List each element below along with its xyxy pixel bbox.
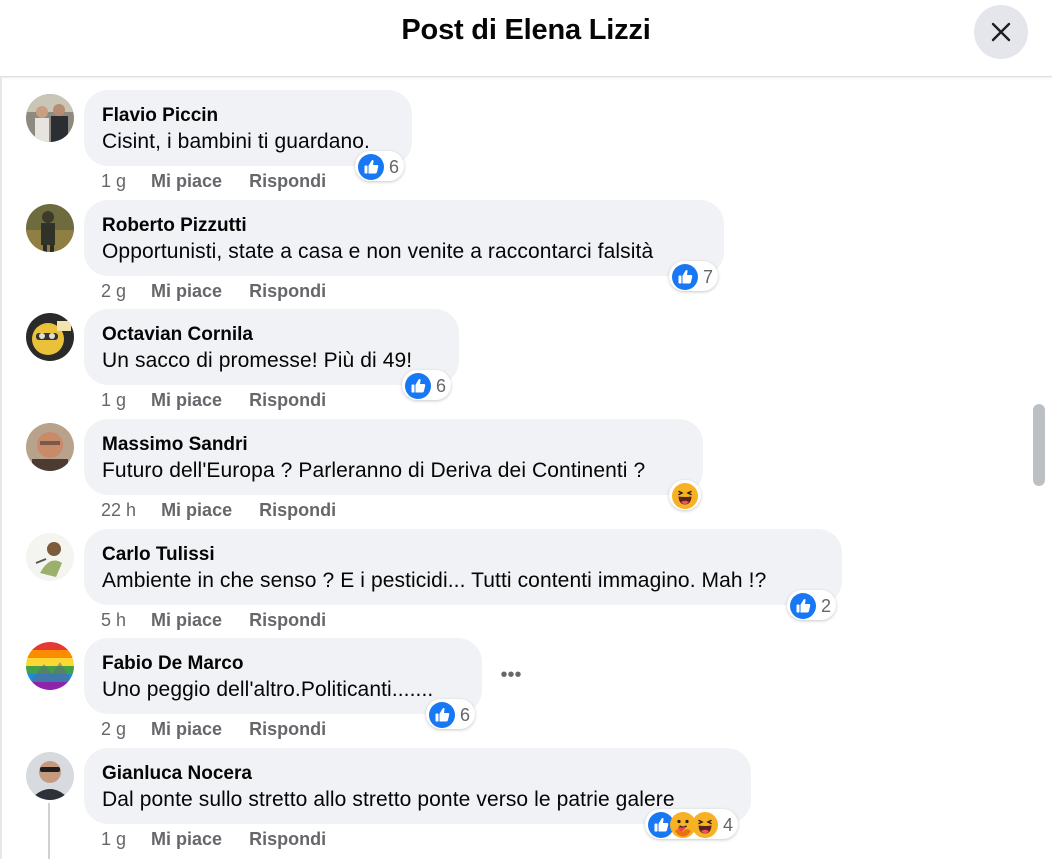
like-button[interactable]: Mi piace bbox=[151, 610, 222, 630]
comment-actions: 2 g Mi piace Rispondi bbox=[101, 718, 348, 740]
comment-bubble: Octavian Cornila Un sacco di promesse! P… bbox=[84, 309, 459, 385]
comment-text: Futuro dell'Europa ? Parleranno di Deriv… bbox=[102, 459, 646, 482]
comment-bubble: Roberto Pizzutti Opportunisti, state a c… bbox=[84, 200, 724, 276]
avatar[interactable] bbox=[26, 752, 74, 800]
comment-bubble: Fabio De Marco Uno peggio dell'altro.Pol… bbox=[84, 638, 482, 714]
comment-author[interactable]: Flavio Piccin bbox=[102, 104, 394, 128]
comment-bubble: Carlo Tulissi Ambiente in che senso ? E … bbox=[84, 529, 842, 605]
like-button[interactable]: Mi piace bbox=[151, 171, 222, 191]
comment-text: Un sacco di promesse! Più di 49! bbox=[102, 349, 413, 372]
reaction-summary[interactable]: 6 bbox=[402, 370, 452, 400]
comment-text: Uno peggio dell'altro.Politicanti....... bbox=[102, 678, 434, 701]
reaction-summary[interactable]: 6 bbox=[355, 151, 405, 181]
like-icon bbox=[358, 154, 384, 180]
comment-item: Gianluca Nocera Dal ponte sullo stretto … bbox=[0, 748, 1052, 858]
reply-button[interactable]: Rispondi bbox=[249, 829, 326, 849]
comment-author[interactable]: Gianluca Nocera bbox=[102, 762, 733, 786]
comment-time[interactable]: 5 h bbox=[101, 610, 126, 630]
reaction-count: 6 bbox=[389, 157, 400, 177]
comment-item: Massimo Sandri Futuro dell'Europa ? Parl… bbox=[0, 419, 1052, 529]
reaction-count: 4 bbox=[723, 815, 734, 835]
like-icon bbox=[672, 264, 698, 290]
like-button[interactable]: Mi piace bbox=[151, 829, 222, 849]
reply-thread-line bbox=[48, 803, 50, 859]
reply-button[interactable]: Rispondi bbox=[249, 281, 326, 301]
reaction-summary[interactable]: 4 bbox=[645, 809, 739, 839]
close-icon bbox=[991, 22, 1011, 42]
like-icon bbox=[405, 373, 431, 399]
comment-time[interactable]: 1 g bbox=[101, 171, 126, 191]
like-icon bbox=[790, 593, 816, 619]
reaction-summary[interactable]: 7 bbox=[669, 261, 719, 291]
avatar[interactable] bbox=[26, 533, 74, 581]
comment-time[interactable]: 22 h bbox=[101, 500, 136, 520]
comment-author[interactable]: Roberto Pizzutti bbox=[102, 214, 706, 238]
haha-icon bbox=[672, 483, 698, 509]
comment-bubble: Massimo Sandri Futuro dell'Europa ? Parl… bbox=[84, 419, 703, 495]
reaction-count: 7 bbox=[703, 267, 714, 287]
comment-item: Octavian Cornila Un sacco di promesse! P… bbox=[0, 309, 1052, 419]
comment-author[interactable]: Octavian Cornila bbox=[102, 323, 441, 347]
reaction-summary[interactable]: 2 bbox=[787, 590, 837, 620]
reaction-count: 6 bbox=[460, 705, 471, 725]
comment-text: Opportunisti, state a casa e non venite … bbox=[102, 240, 654, 263]
like-button[interactable]: Mi piace bbox=[151, 390, 222, 410]
reply-button[interactable]: Rispondi bbox=[249, 610, 326, 630]
more-options-button[interactable]: ••• bbox=[497, 665, 525, 688]
like-button[interactable]: Mi piace bbox=[161, 500, 232, 520]
reply-button[interactable]: Rispondi bbox=[259, 500, 336, 520]
avatar[interactable] bbox=[26, 423, 74, 471]
reaction-summary[interactable] bbox=[669, 480, 701, 510]
comment-item: Carlo Tulissi Ambiente in che senso ? E … bbox=[0, 529, 1052, 639]
close-button[interactable] bbox=[974, 5, 1028, 59]
avatar[interactable] bbox=[26, 642, 74, 690]
comment-time[interactable]: 2 g bbox=[101, 281, 126, 301]
reply-button[interactable]: Rispondi bbox=[249, 390, 326, 410]
reaction-summary[interactable]: 6 bbox=[426, 699, 476, 729]
haha-icon bbox=[692, 812, 718, 838]
comment-actions: 2 g Mi piace Rispondi bbox=[101, 280, 348, 302]
comment-text: Dal ponte sullo stretto allo stretto pon… bbox=[102, 788, 675, 811]
scrollbar-thumb[interactable] bbox=[1033, 404, 1045, 486]
avatar[interactable] bbox=[26, 94, 74, 142]
comment-author[interactable]: Massimo Sandri bbox=[102, 433, 685, 457]
like-button[interactable]: Mi piace bbox=[151, 719, 222, 739]
comment-actions: 1 g Mi piace Rispondi bbox=[101, 389, 348, 411]
comment-text: Cisint, i bambini ti guardano. bbox=[102, 130, 370, 153]
comment-author[interactable]: Fabio De Marco bbox=[102, 652, 464, 676]
avatar[interactable] bbox=[26, 313, 74, 361]
reply-button[interactable]: Rispondi bbox=[249, 171, 326, 191]
comment-author[interactable]: Carlo Tulissi bbox=[102, 543, 824, 567]
comment-time[interactable]: 2 g bbox=[101, 719, 126, 739]
reaction-count: 2 bbox=[821, 596, 832, 616]
comment-item: Fabio De Marco Uno peggio dell'altro.Pol… bbox=[0, 638, 1052, 748]
comment-actions: 5 h Mi piace Rispondi bbox=[101, 609, 348, 631]
comment-time[interactable]: 1 g bbox=[101, 390, 126, 410]
comment-time[interactable]: 1 g bbox=[101, 829, 126, 849]
comment-actions: 1 g Mi piace Rispondi bbox=[101, 828, 348, 850]
dialog-header: Post di Elena Lizzi bbox=[0, 0, 1052, 77]
reply-button[interactable]: Rispondi bbox=[249, 719, 326, 739]
comment-actions: 22 h Mi piace Rispondi bbox=[101, 499, 358, 521]
reaction-count: 6 bbox=[436, 376, 447, 396]
like-icon bbox=[429, 702, 455, 728]
like-button[interactable]: Mi piace bbox=[151, 281, 222, 301]
avatar[interactable] bbox=[26, 204, 74, 252]
dialog-title: Post di Elena Lizzi bbox=[401, 14, 651, 46]
comment-item: Flavio Piccin Cisint, i bambini ti guard… bbox=[0, 90, 1052, 200]
comment-actions: 1 g Mi piace Rispondi bbox=[101, 170, 348, 192]
comment-text: Ambiente in che senso ? E i pesticidi...… bbox=[102, 569, 767, 592]
comment-item: Roberto Pizzutti Opportunisti, state a c… bbox=[0, 200, 1052, 310]
